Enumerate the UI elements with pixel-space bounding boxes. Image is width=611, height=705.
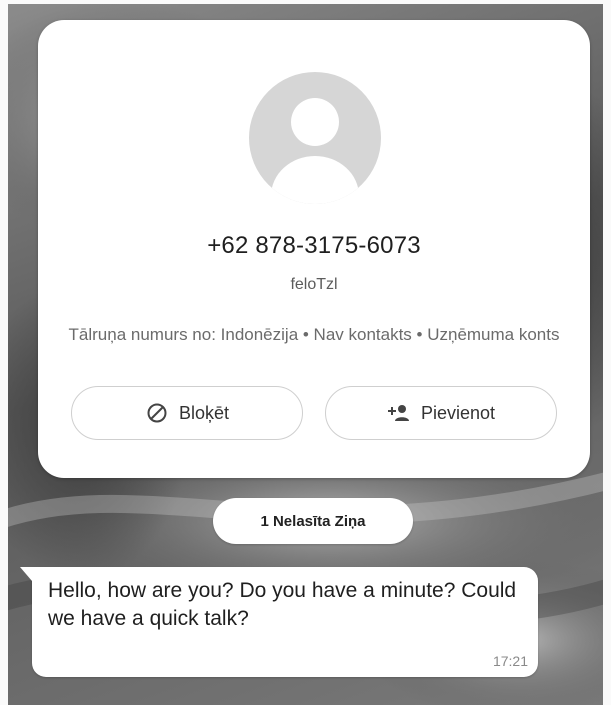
contact-origin-info: Tālruņa numurs no: Indonēzija • Nav kont… [68,325,560,344]
contact-info-card: +62 878-3175-6073 feloTzl Tālruņa numurs… [38,20,590,478]
unread-messages-banner: 1 Nelasīta Ziņa [213,498,413,544]
block-circle-icon [145,401,169,425]
frame-top-edge [0,0,611,4]
message-timestamp: 17:21 [492,653,528,669]
add-contact-button-label: Pievienot [420,402,496,423]
frame-right-edge [603,0,611,705]
incoming-message-bubble[interactable]: Hello, how are you? Do you have a minute… [20,567,538,677]
block-button-label: Bloķēt [178,402,230,423]
message-bubble-tail [20,567,32,581]
block-button[interactable]: Bloķēt [71,386,303,440]
contact-phone-number: +62 878-3175-6073 [207,232,421,259]
contact-username: feloTzl [290,276,338,293]
unread-messages-label: 1 Nelasīta Ziņa [260,512,366,530]
frame-left-edge [0,0,8,705]
add-contact-button[interactable]: Pievienot [325,386,557,440]
message-text: Hello, how are you? Do you have a minute… [48,579,517,630]
default-person-icon [249,72,381,204]
person-add-icon [387,401,411,425]
